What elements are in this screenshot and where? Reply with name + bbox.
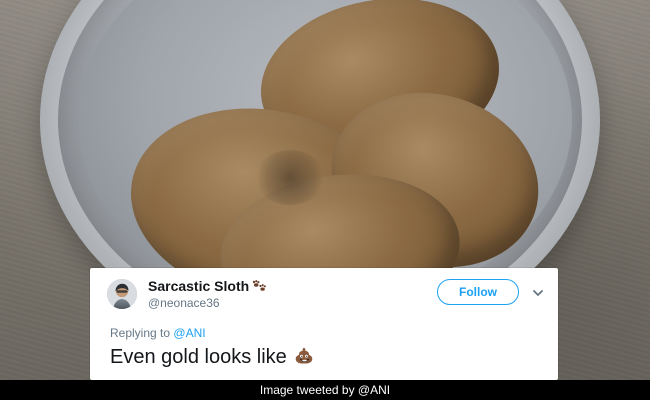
user-handle[interactable]: @neonace36 <box>148 296 220 310</box>
tweet-card: Sarcastic Sloth @neonace36 Follow Replyi… <box>90 268 558 380</box>
tweet-text: Even gold looks like <box>110 345 315 369</box>
image-credit-text: Image tweeted by @ANI <box>259 383 391 397</box>
image-credit-bar: Image tweeted by @ANI <box>0 380 650 400</box>
chevron-down-icon[interactable] <box>531 286 545 300</box>
avatar[interactable] <box>107 279 137 309</box>
paw-prints-icon <box>251 279 267 293</box>
screenshot-stage: Sarcastic Sloth @neonace36 Follow Replyi… <box>0 0 650 400</box>
tweet-body: Even gold looks like <box>110 346 287 368</box>
replying-to-link[interactable]: @ANI <box>173 326 205 340</box>
display-name-text: Sarcastic Sloth <box>148 278 250 294</box>
display-name[interactable]: Sarcastic Sloth <box>148 278 267 294</box>
replying-to-line: Replying to @ANI <box>110 326 206 340</box>
dough-shadow <box>255 150 325 205</box>
replying-to-prefix: Replying to <box>110 326 171 340</box>
avatar-image <box>107 279 137 309</box>
pile-of-poo-icon <box>293 345 315 367</box>
follow-button[interactable]: Follow <box>437 279 519 305</box>
